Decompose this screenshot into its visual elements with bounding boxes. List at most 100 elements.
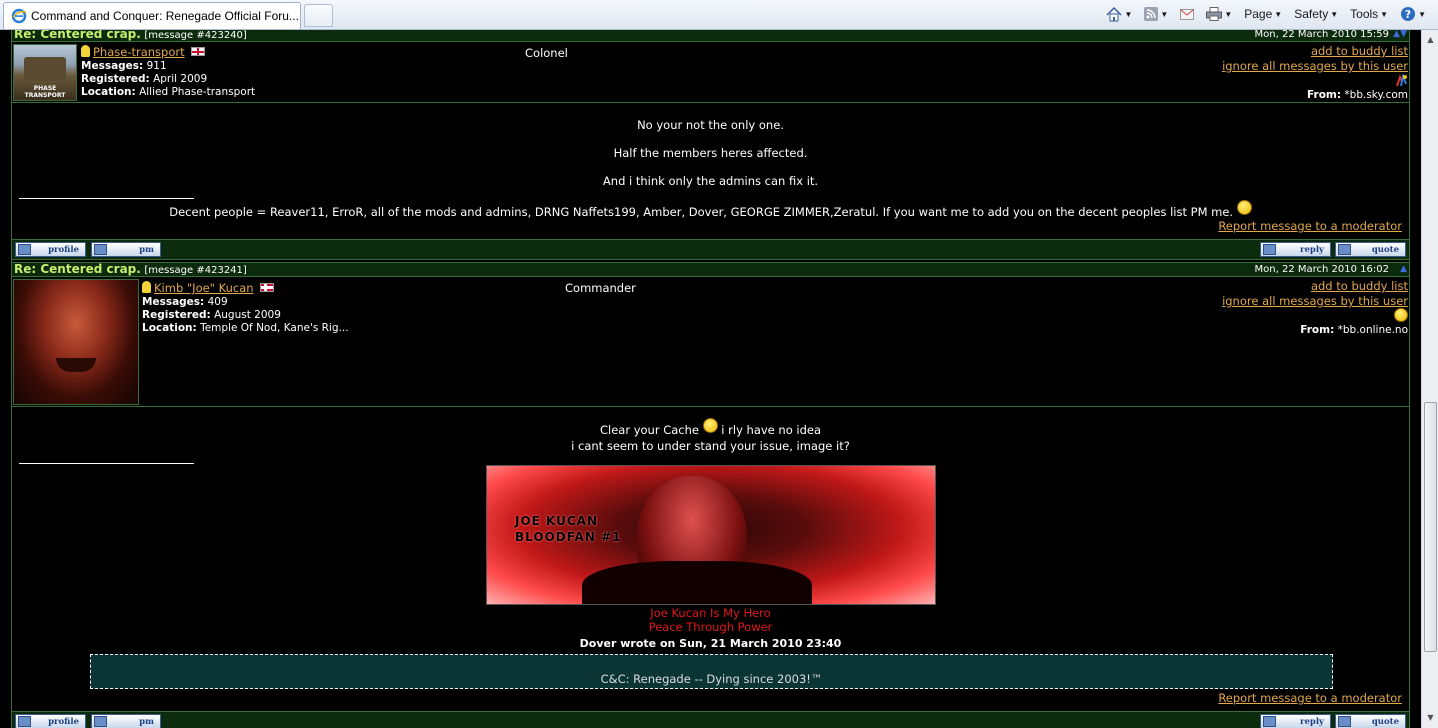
post-nav-arrows-icon[interactable]: ▲▼ bbox=[1393, 30, 1407, 41]
post-button-bar: profile pm reply quote bbox=[12, 711, 1409, 728]
user-info-panel: PHASE TRANSPORT Phase-transport Messages… bbox=[12, 43, 1409, 103]
read-mail-button[interactable] bbox=[1176, 4, 1198, 24]
profile-icon bbox=[18, 716, 31, 727]
banner-text: BLOODFAN #1 bbox=[515, 530, 622, 544]
quote-text: C&C: Renegade -- Dying since 2003!™ bbox=[600, 672, 823, 686]
message-number[interactable]: [message #423240] bbox=[144, 30, 246, 41]
vertical-scrollbar[interactable]: ▲ ▼ bbox=[1421, 30, 1438, 728]
scroll-down-arrow-icon[interactable]: ▼ bbox=[1423, 710, 1438, 726]
scroll-up-arrow-icon[interactable]: ▲ bbox=[1423, 32, 1438, 48]
reply-button-label: reply bbox=[1300, 244, 1324, 255]
pm-button-label: pm bbox=[139, 716, 154, 727]
feeds-button[interactable]: ▼ bbox=[1140, 4, 1172, 24]
post-subject: Re: Centered crap. bbox=[14, 262, 141, 276]
ignore-user-link[interactable]: ignore all messages by this user bbox=[1222, 294, 1408, 309]
tools-menu[interactable]: Tools ▼ bbox=[1346, 4, 1392, 24]
browser-tab-active[interactable]: Command and Conquer: Renegade Official F… bbox=[3, 2, 301, 29]
signature-banner-image: JOE KUCAN BLOODFAN #1 bbox=[486, 465, 936, 605]
signature-red-line: Joe Kucan Is My Hero bbox=[650, 606, 771, 620]
message-number[interactable]: [message #423241] bbox=[144, 265, 246, 276]
chevron-down-icon: ▼ bbox=[1330, 9, 1339, 19]
quote-icon bbox=[1338, 244, 1351, 255]
tools-menu-label: Tools bbox=[1350, 7, 1379, 21]
reply-button[interactable]: reply bbox=[1260, 242, 1331, 257]
report-moderator-link[interactable]: Report message to a moderator bbox=[1218, 219, 1402, 233]
post-body-text: i rly have no idea bbox=[721, 423, 822, 437]
chevron-down-icon: ▼ bbox=[1274, 9, 1283, 19]
profile-button-label: profile bbox=[48, 716, 79, 727]
profile-icon bbox=[18, 244, 31, 255]
messages-label: Messages: bbox=[81, 60, 144, 72]
online-bulb-icon bbox=[142, 281, 151, 293]
uk-flag-icon bbox=[190, 47, 205, 56]
reply-icon bbox=[1263, 716, 1276, 727]
add-buddy-link[interactable]: add to buddy list bbox=[1222, 279, 1408, 294]
location-value: Allied Phase-transport bbox=[139, 86, 256, 98]
user-rank: Commander bbox=[565, 281, 636, 295]
profile-button[interactable]: profile bbox=[15, 714, 86, 728]
profile-button-label: profile bbox=[48, 244, 79, 255]
scroll-thumb[interactable] bbox=[1424, 402, 1437, 652]
avatar[interactable] bbox=[13, 279, 139, 405]
chevron-down-icon: ▼ bbox=[1418, 9, 1426, 19]
pm-button-label: pm bbox=[139, 244, 154, 255]
user-details: Kimb "Joe" Kucan Messages: 409 Registere… bbox=[142, 281, 349, 335]
reply-button-label: reply bbox=[1300, 716, 1324, 727]
svg-text:?: ? bbox=[1405, 8, 1411, 21]
messages-label: Messages: bbox=[142, 296, 205, 308]
user-details: Phase-transport Messages: 911 Registered… bbox=[81, 45, 255, 99]
signature-divider bbox=[19, 463, 194, 464]
norway-flag-icon bbox=[259, 283, 274, 292]
add-buddy-link[interactable]: add to buddy list bbox=[1222, 44, 1408, 59]
post-body-text: Clear your Cache bbox=[599, 423, 699, 437]
post-nav-arrow-icon[interactable]: ▲ bbox=[1400, 263, 1407, 276]
grin-emoticon-icon bbox=[1236, 200, 1252, 215]
avatar-caption: PHASE TRANSPORT bbox=[24, 85, 66, 99]
pm-button[interactable]: pm bbox=[91, 242, 161, 257]
page-menu-label: Page bbox=[1244, 7, 1273, 21]
post-body-line: And i think only the admins can fix it. bbox=[602, 174, 819, 188]
msn-icon[interactable] bbox=[1395, 74, 1408, 87]
user-info-panel: Kimb "Joe" Kucan Messages: 409 Registere… bbox=[12, 278, 1409, 407]
post-subject: Re: Centered crap. bbox=[14, 30, 141, 41]
safety-menu[interactable]: Safety ▼ bbox=[1290, 4, 1342, 24]
pm-button[interactable]: pm bbox=[91, 714, 161, 728]
signature-divider bbox=[19, 198, 194, 199]
user-actions: add to buddy list ignore all messages by… bbox=[1222, 44, 1408, 74]
ignore-user-link[interactable]: ignore all messages by this user bbox=[1222, 59, 1408, 74]
chevron-down-icon: ▼ bbox=[1160, 9, 1169, 19]
page-menu[interactable]: Page ▼ bbox=[1240, 4, 1286, 24]
help-button[interactable]: ? ▼ bbox=[1396, 4, 1430, 24]
smiley-status-icon bbox=[1394, 308, 1408, 322]
signature: Decent people = Reaver11, ErroR, all of … bbox=[12, 200, 1409, 219]
ip-origin: From: *bb.online.no bbox=[1300, 324, 1408, 336]
chevron-down-icon: ▼ bbox=[1124, 9, 1133, 19]
new-tab-button[interactable] bbox=[304, 4, 333, 27]
chevron-down-icon: ▼ bbox=[1380, 9, 1389, 19]
messages-count: 409 bbox=[207, 296, 228, 308]
post-header: Re: Centered crap. [message #423240] Mon… bbox=[12, 30, 1409, 42]
username-link[interactable]: Phase-transport bbox=[93, 45, 185, 59]
mail-icon bbox=[1180, 8, 1195, 20]
quote-icon bbox=[1338, 716, 1351, 727]
profile-button[interactable]: profile bbox=[15, 242, 86, 257]
avatar[interactable]: PHASE TRANSPORT bbox=[13, 44, 77, 101]
print-button[interactable]: ▼ bbox=[1202, 4, 1236, 24]
quote-header: Dover wrote on Sun, 21 March 2010 23:40 bbox=[579, 637, 842, 650]
printer-icon bbox=[1206, 7, 1223, 21]
home-button[interactable]: ▼ bbox=[1102, 4, 1136, 24]
post-body-line: Clear your Cache i rly have no idea bbox=[12, 418, 1409, 437]
from-value: *bb.sky.com bbox=[1344, 89, 1408, 101]
from-label: From: bbox=[1300, 324, 1335, 336]
forum-thread: Re: Centered crap. [message #423240] Mon… bbox=[11, 30, 1410, 728]
quote-button[interactable]: quote bbox=[1335, 242, 1406, 257]
ip-origin: From: *bb.sky.com bbox=[1307, 89, 1408, 101]
report-moderator-link[interactable]: Report message to a moderator bbox=[1218, 691, 1402, 705]
quote-button[interactable]: quote bbox=[1335, 714, 1406, 728]
username-link[interactable]: Kimb "Joe" Kucan bbox=[154, 281, 254, 295]
post-date: Mon, 22 March 2010 15:59 bbox=[1254, 30, 1389, 40]
user-actions: add to buddy list ignore all messages by… bbox=[1222, 279, 1408, 309]
post-header: Re: Centered crap. [message #423241] Mon… bbox=[12, 262, 1409, 277]
reply-button[interactable]: reply bbox=[1260, 714, 1331, 728]
post-body-line: No your not the only one. bbox=[637, 118, 784, 132]
